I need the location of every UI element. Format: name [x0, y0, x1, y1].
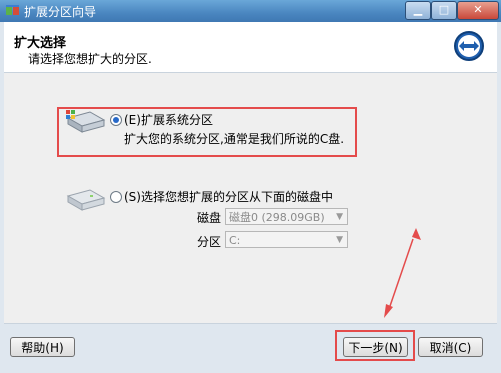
wizard-header: 扩大选择 请选择您想扩大的分区. — [4, 22, 497, 73]
chevron-down-icon: ▼ — [336, 235, 343, 245]
page-title: 扩大选择 — [14, 36, 67, 51]
option-system-description: 扩大您的系统分区,通常是我们所说的C盘. — [124, 132, 345, 146]
two-way-arrow-icon — [454, 31, 484, 61]
option-other-radio[interactable] — [110, 191, 122, 203]
maximize-button[interactable]: □ — [431, 1, 457, 20]
disk-icon — [66, 189, 106, 211]
disk-label: 磁盘 — [197, 211, 222, 225]
partition-app-icon — [6, 5, 19, 15]
window-title: 扩展分区向导 — [24, 5, 97, 19]
partition-select[interactable]: C: ▼ — [225, 231, 348, 248]
minimize-button[interactable]: ▁ — [405, 1, 431, 20]
wizard-window: 扩展分区向导 ▁ □ ✕ 扩大选择 请选择您想扩大的分区. (E)扩展系统分区 … — [0, 0, 501, 373]
help-button[interactable]: 帮助(H) — [10, 337, 75, 357]
option-system-label[interactable]: (E)扩展系统分区 — [124, 111, 213, 128]
next-button[interactable]: 下一步(N) — [343, 337, 408, 357]
cancel-button[interactable]: 取消(C) — [418, 337, 483, 357]
system-disk-icon — [66, 110, 106, 133]
page-subtitle: 请选择您想扩大的分区. — [28, 52, 152, 66]
partition-label: 分区 — [197, 235, 222, 249]
close-button[interactable]: ✕ — [457, 1, 499, 20]
disk-select-value: 磁盘0 (298.09GB) — [229, 211, 325, 224]
chevron-down-icon: ▼ — [336, 212, 343, 222]
disk-select[interactable]: 磁盘0 (298.09GB) ▼ — [225, 208, 348, 225]
partition-select-value: C: — [229, 234, 241, 247]
option-other-label[interactable]: (S)选择您想扩展的分区从下面的磁盘中 — [124, 188, 333, 205]
title-bar[interactable]: 扩展分区向导 ▁ □ ✕ — [0, 0, 501, 22]
option-system-radio[interactable] — [110, 114, 122, 126]
